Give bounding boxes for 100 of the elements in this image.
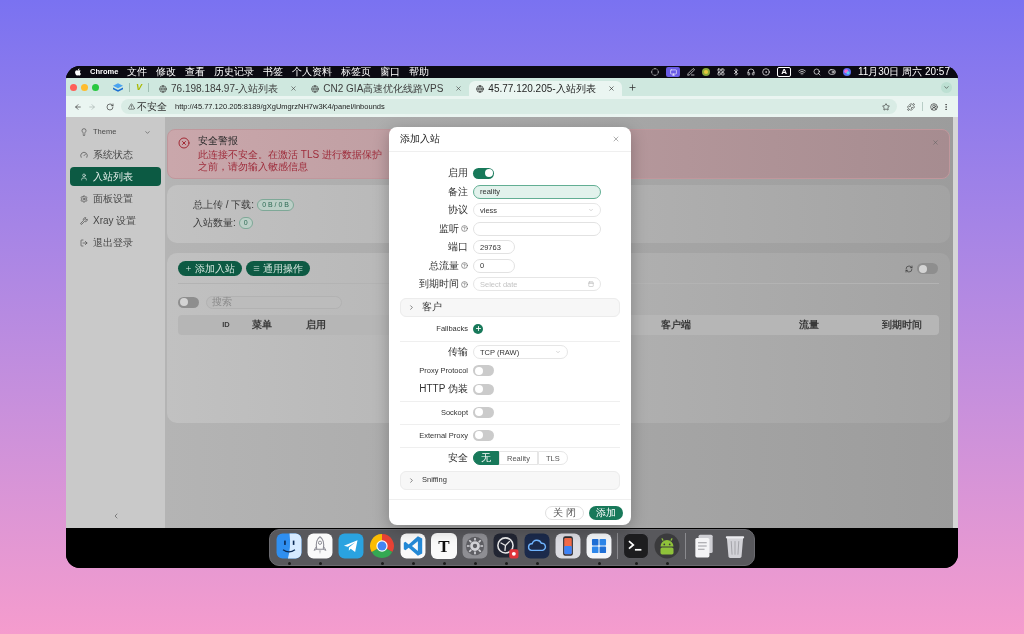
toggle-switch[interactable] [473,383,494,395]
plus-icon[interactable] [627,82,637,92]
close-icon[interactable] [290,85,298,92]
back-icon[interactable] [74,102,82,111]
face-tile-icon[interactable] [276,533,302,559]
globe-icon [159,84,167,93]
dashed-circle-icon[interactable] [651,68,660,76]
terminal-icon[interactable] [623,533,649,559]
dot-circle-icon[interactable] [762,68,771,76]
add-button[interactable] [473,323,483,334]
profile-icon[interactable] [930,102,938,111]
menu-item[interactable]: 帮助 [409,67,430,77]
secondary-button[interactable]: 关 闭 [545,505,584,520]
round-app-icon[interactable] [702,68,711,76]
orb-icon[interactable] [842,68,851,76]
more-menu-icon[interactable] [942,102,950,111]
column-header: 菜单 [251,320,273,330]
user-icon [80,172,88,181]
chevron-down-icon [555,349,561,356]
cloud-tile-icon[interactable] [524,533,550,559]
headphones-icon[interactable] [747,68,756,76]
error-icon [178,137,190,149]
toggle-switch[interactable] [178,296,199,308]
wifi-icon[interactable] [797,68,806,76]
pen-icon[interactable] [687,68,696,76]
sidebar-item[interactable]: Xray 设置 [70,211,161,230]
toolbar-button[interactable]: 通用操作 [246,261,310,276]
bluetooth-icon[interactable] [732,68,741,76]
dial-app-icon[interactable] [493,533,519,559]
four-squares-tile-icon[interactable] [586,533,612,559]
grid-icon[interactable] [717,68,726,76]
plus-icon [185,265,192,272]
alert-title: 安全警报 [198,135,239,147]
menu-item[interactable]: 书签 [263,67,284,77]
toggle-icon[interactable] [827,68,836,76]
sidebar-item[interactable]: 系统状态 [70,145,161,164]
stacked-logo-icon[interactable] [113,82,123,92]
text-input[interactable] [473,221,601,236]
apple-icon[interactable] [74,68,82,76]
menu-item[interactable]: 窗口 [380,67,401,77]
puzzle-icon[interactable] [907,102,915,111]
field-label: 安全 [448,453,468,464]
menu-item[interactable]: 历史记录 [214,67,255,77]
refresh-icon[interactable] [905,264,913,273]
logout-icon [80,238,88,247]
toggle-switch[interactable] [473,429,494,441]
monitor-icon[interactable] [666,67,681,77]
field-label: 传输 [448,347,468,358]
column-header: 客户端 [660,320,692,330]
menu-item[interactable]: 修改 [156,67,177,77]
menu-item[interactable]: 文件 [127,67,148,77]
field-label: 到期时间 [419,279,459,290]
alert-message: 此连接不安全。在激活 TLS 进行数据保护之前，请勿输入敏感信息 [198,149,382,173]
stat-label: 入站数量: [193,218,236,228]
menu-item[interactable]: 个人资料 [292,67,333,77]
search-icon[interactable] [812,68,821,76]
field-label: HTTP 伪装 [419,384,468,395]
lightbulb-icon [80,128,88,136]
sidebar-item[interactable]: 退出登录 [70,233,161,252]
phone-tile-icon[interactable] [555,533,581,559]
browser-tab[interactable]: 45.77.120.205-入站列表 [469,81,622,96]
field-label: 监听 [439,223,459,234]
rocket-tile-icon[interactable] [307,533,333,559]
ribbon-logo-icon[interactable] [400,533,426,559]
stat-label: 总上传 / 下载: [193,200,255,210]
browser-tab[interactable]: 76.198.184.97-入站列表 [152,81,305,96]
field-label: 端口 [448,242,468,253]
menu-clock[interactable]: 11月30日 周六 20:57 [857,67,950,77]
robot-icon[interactable] [654,533,680,559]
toggle-switch[interactable] [473,167,494,179]
sidebar-item[interactable]: 面板设置 [70,189,161,208]
bookmark-star-icon[interactable] [882,102,890,111]
dialog-title: 添加入站 [400,134,440,144]
field-label: 备注 [448,186,468,197]
chevron-down-icon [588,207,594,214]
gear-icon[interactable] [462,533,488,559]
menu-item[interactable]: 标签页 [341,67,372,77]
menu-item[interactable]: 查看 [185,67,206,77]
column-header: 启用 [305,320,327,330]
field-label: 启用 [448,168,468,179]
menu-icon [253,265,260,272]
segment-option[interactable]: 无 [473,451,499,466]
toggle-switch[interactable] [473,365,494,377]
column-header: 流量 [798,320,820,330]
toggle-switch[interactable] [917,263,938,274]
segmented-circle-icon[interactable] [369,533,395,559]
reload-icon[interactable] [106,102,114,111]
browser-tab[interactable]: CN2 GIA高速优化线路VPS [304,81,470,96]
field-label: 协议 [448,205,468,216]
close-icon[interactable] [455,85,463,92]
toggle-switch[interactable] [473,406,494,418]
app-tile-button[interactable]: T [431,533,457,559]
toolbar-button[interactable]: 添加入站 [178,261,242,276]
sidebar-item[interactable]: 入站列表 [70,167,161,186]
close-icon[interactable] [607,85,615,92]
primary-button[interactable]: 添加 [589,505,623,520]
collapse-panel[interactable]: 客户 [400,297,620,317]
security-chip[interactable]: 不安全 [128,101,167,112]
input-source-indicator[interactable]: A [777,67,791,77]
paper-plane-icon[interactable] [338,533,364,559]
